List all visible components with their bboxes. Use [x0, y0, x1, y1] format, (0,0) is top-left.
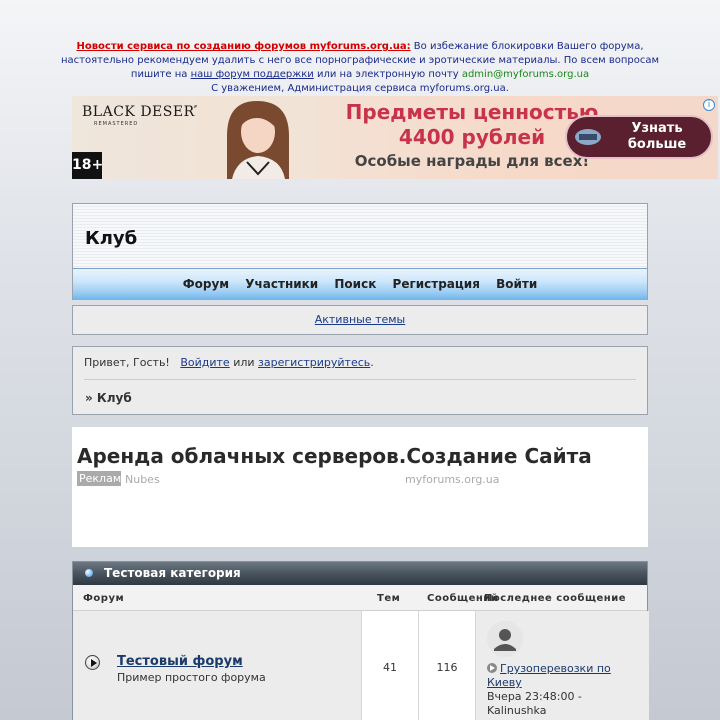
last-post-cell: Грузоперевозки по Киеву Вчера 23:48:00 -… — [476, 611, 649, 720]
forum-title: Клуб — [85, 228, 138, 249]
nav-login[interactable]: Войти — [496, 277, 537, 291]
active-topics-link[interactable]: Активные темы — [315, 313, 406, 326]
ad-source-1: Nubes — [125, 473, 160, 486]
user-avatar-icon[interactable] — [487, 621, 523, 657]
forum-header: Клуб Форум Участники Поиск Регистрация В… — [72, 203, 648, 300]
nav-forum[interactable]: Форум — [183, 277, 229, 291]
or-text: или — [233, 356, 255, 369]
ad-info-icon[interactable]: i — [703, 99, 715, 111]
last-post-info: Грузоперевозки по Киеву Вчера 23:48:00 -… — [487, 662, 637, 718]
service-news: Новости сервиса по созданию форумов myfo… — [60, 40, 660, 96]
nav-members[interactable]: Участники — [245, 277, 318, 291]
forum-posts-count: 116 — [419, 611, 476, 720]
divider — [84, 379, 636, 380]
nav-search[interactable]: Поиск — [334, 277, 376, 291]
game-logo: BLACK DESERT — [82, 104, 205, 120]
login-link[interactable]: Войдите — [180, 356, 229, 369]
ad-tag: Реклама — [77, 471, 121, 486]
last-post-time: Вчера 23:48:00 - — [487, 690, 582, 703]
last-post-link[interactable]: Грузоперевозки по Киеву — [487, 662, 611, 689]
news-signature: С уважением, Администрация сервиса myfor… — [211, 83, 509, 94]
banner-ad[interactable]: BLACK DESERT REMASTERED 18+ Предметы цен… — [72, 96, 718, 179]
ship-icon — [575, 129, 601, 145]
col-forum: Форум — [83, 593, 125, 604]
forum-name-link[interactable]: Тестовый форум — [117, 654, 243, 669]
game-logo-sub: REMASTERED — [94, 121, 139, 127]
support-forum-link[interactable]: наш форум поддержки — [191, 69, 314, 80]
breadcrumb[interactable]: » Клуб — [85, 391, 132, 405]
guest-greeting-line: Привет, Гость! Войдите или зарегистрируй… — [84, 356, 374, 369]
age-rating-badge: 18+ — [72, 152, 103, 179]
welcome-box: Привет, Гость! Войдите или зарегистрируй… — [72, 346, 648, 415]
go-to-post-icon[interactable] — [487, 663, 497, 673]
category-bullet-icon — [85, 569, 93, 577]
category-table: Тестовая категория Форум Тем Сообщений П… — [72, 561, 649, 720]
category-title[interactable]: Тестовая категория — [104, 566, 241, 580]
forum-topics-count: 41 — [362, 611, 419, 720]
admin-email[interactable]: admin@myforums.org.ua — [462, 69, 589, 80]
category-header: Тестовая категория — [73, 562, 647, 585]
forum-description: Пример простого форума — [117, 671, 266, 684]
forum-row: Тестовый форум Пример простого форума 41… — [73, 611, 649, 720]
forum-info-cell: Тестовый форум Пример простого форума — [73, 611, 362, 720]
register-link[interactable]: зарегистрируйтесь — [258, 356, 370, 369]
column-headers: Форум Тем Сообщений Последнее сообщение — [73, 585, 647, 611]
main-nav: Форум Участники Поиск Регистрация Войти — [73, 268, 647, 300]
news-text-2: или на электронную почту — [313, 69, 462, 80]
news-link[interactable]: Новости сервиса по созданию форумов myfo… — [76, 41, 410, 52]
ad-source-2: myforums.org.ua — [405, 473, 500, 486]
banner-cta-label: Узнать больше — [627, 121, 687, 152]
last-post-author[interactable]: Kalinushka — [487, 704, 546, 717]
text-ad-block[interactable]: Аренда облачных серверов.Создание Сайта … — [72, 427, 648, 547]
period-text: . — [370, 356, 374, 369]
banner-cta-button[interactable]: Узнать больше — [565, 115, 713, 159]
nav-register[interactable]: Регистрация — [393, 277, 480, 291]
greeting-text: Привет, Гость! — [84, 356, 170, 369]
ad-title[interactable]: Аренда облачных серверов.Создание Сайта — [77, 444, 592, 468]
header-background — [73, 204, 647, 268]
character-image — [197, 96, 317, 179]
active-topics-bar: Активные темы — [72, 305, 648, 335]
col-last-post: Последнее сообщение — [484, 593, 626, 604]
forum-status-icon — [85, 655, 100, 670]
col-topics: Тем — [377, 593, 401, 604]
